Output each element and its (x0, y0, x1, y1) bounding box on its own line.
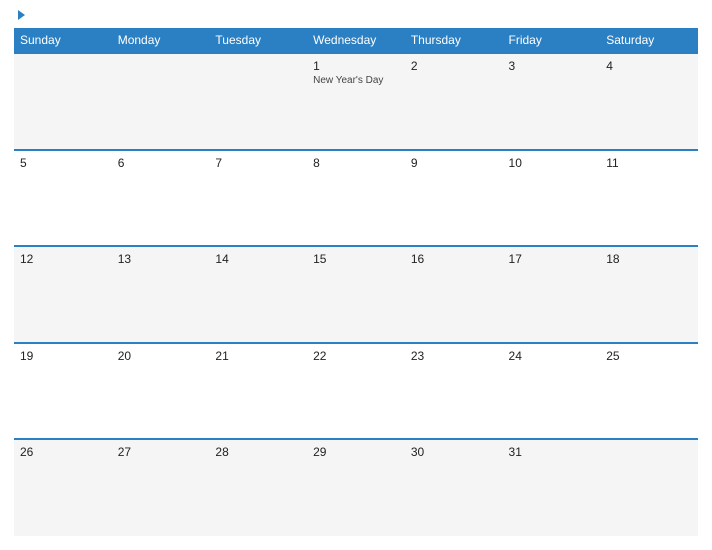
calendar-cell: 4 (600, 53, 698, 150)
calendar-table: SundayMondayTuesdayWednesdayThursdayFrid… (14, 28, 698, 536)
calendar-cell: 29 (307, 439, 405, 536)
weekday-header-tuesday: Tuesday (209, 28, 307, 53)
calendar-cell: 19 (14, 343, 112, 440)
calendar-cell: 26 (14, 439, 112, 536)
day-number: 5 (20, 156, 106, 170)
day-number: 23 (411, 349, 497, 363)
day-number: 2 (411, 59, 497, 73)
logo-blue-row (14, 10, 25, 20)
day-number: 29 (313, 445, 399, 459)
calendar-wrapper: SundayMondayTuesdayWednesdayThursdayFrid… (0, 0, 712, 550)
day-number: 8 (313, 156, 399, 170)
day-number: 12 (20, 252, 106, 266)
calendar-cell: 5 (14, 150, 112, 247)
calendar-cell: 18 (600, 246, 698, 343)
day-number: 7 (215, 156, 301, 170)
day-number: 24 (509, 349, 595, 363)
calendar-week-row: 1 New Year's Day 234 (14, 53, 698, 150)
event-label: New Year's Day (313, 75, 399, 86)
calendar-cell: 8 (307, 150, 405, 247)
weekday-header-sunday: Sunday (14, 28, 112, 53)
day-number: 3 (509, 59, 595, 73)
calendar-week-row: 19 20 21 22 23 24 25 (14, 343, 698, 440)
calendar-header (14, 10, 698, 20)
day-number: 30 (411, 445, 497, 459)
day-number: 31 (509, 445, 595, 459)
day-number: 26 (20, 445, 106, 459)
day-number: 28 (215, 445, 301, 459)
calendar-cell: 10 (503, 150, 601, 247)
day-number: 4 (606, 59, 692, 73)
calendar-cell: 16 (405, 246, 503, 343)
calendar-cell: 28 (209, 439, 307, 536)
day-number: 1 (313, 59, 399, 73)
day-number: 15 (313, 252, 399, 266)
calendar-cell: 14 (209, 246, 307, 343)
calendar-cell: 11 (600, 150, 698, 247)
day-number: 20 (118, 349, 204, 363)
weekday-header-row: SundayMondayTuesdayWednesdayThursdayFrid… (14, 28, 698, 53)
calendar-cell (600, 439, 698, 536)
weekday-header-monday: Monday (112, 28, 210, 53)
calendar-cell: 24 (503, 343, 601, 440)
day-number: 14 (215, 252, 301, 266)
calendar-cell: 15 (307, 246, 405, 343)
calendar-cell: 17 (503, 246, 601, 343)
calendar-cell: 30 (405, 439, 503, 536)
calendar-week-row: 12 13 14 15 16 17 18 (14, 246, 698, 343)
weekday-header-thursday: Thursday (405, 28, 503, 53)
calendar-cell: 7 (209, 150, 307, 247)
calendar-cell: 12 (14, 246, 112, 343)
day-number: 21 (215, 349, 301, 363)
calendar-cell: 3 (503, 53, 601, 150)
calendar-cell: 2 (405, 53, 503, 150)
day-number: 22 (313, 349, 399, 363)
day-number: 17 (509, 252, 595, 266)
day-number: 10 (509, 156, 595, 170)
day-number: 11 (606, 156, 692, 170)
calendar-cell: 13 (112, 246, 210, 343)
calendar-cell: 22 (307, 343, 405, 440)
day-number: 6 (118, 156, 204, 170)
calendar-week-row: 56789 10 11 (14, 150, 698, 247)
logo-triangle-icon (18, 10, 25, 20)
calendar-cell: 1 New Year's Day (307, 53, 405, 150)
calendar-cell: 21 (209, 343, 307, 440)
calendar-cell (112, 53, 210, 150)
day-number: 25 (606, 349, 692, 363)
calendar-cell: 23 (405, 343, 503, 440)
logo (14, 10, 25, 20)
calendar-cell (14, 53, 112, 150)
day-number: 16 (411, 252, 497, 266)
day-number: 19 (20, 349, 106, 363)
weekday-header-saturday: Saturday (600, 28, 698, 53)
day-number: 18 (606, 252, 692, 266)
day-number: 9 (411, 156, 497, 170)
calendar-cell: 6 (112, 150, 210, 247)
calendar-cell: 27 (112, 439, 210, 536)
weekday-header-wednesday: Wednesday (307, 28, 405, 53)
calendar-cell: 9 (405, 150, 503, 247)
weekday-header-friday: Friday (503, 28, 601, 53)
calendar-cell: 31 (503, 439, 601, 536)
calendar-cell: 25 (600, 343, 698, 440)
calendar-cell (209, 53, 307, 150)
calendar-cell: 20 (112, 343, 210, 440)
day-number: 13 (118, 252, 204, 266)
calendar-week-row: 26 27 28 29 30 31 (14, 439, 698, 536)
day-number: 27 (118, 445, 204, 459)
